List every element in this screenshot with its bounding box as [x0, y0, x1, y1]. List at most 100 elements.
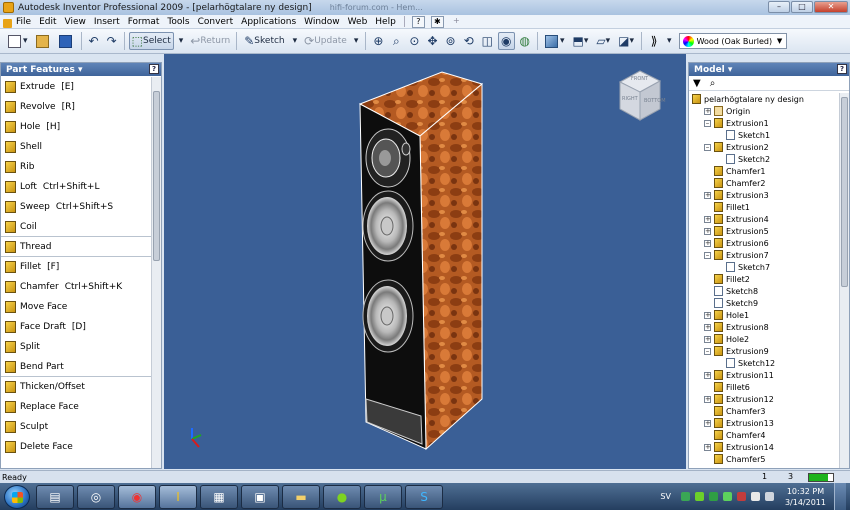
feature-tool-extrude[interactable]: Extrude [E]: [1, 77, 151, 97]
taskbar-folder[interactable]: ▬: [282, 484, 320, 509]
menu-insert[interactable]: Insert: [90, 17, 124, 27]
expand-icon[interactable]: +: [704, 191, 711, 199]
tree-node-sketch9[interactable]: Sketch9: [689, 297, 839, 309]
clock[interactable]: 10:32 PM 3/14/2011: [785, 486, 826, 508]
feature-tool-chamfer[interactable]: Chamfer Ctrl+Shift+K: [1, 277, 151, 297]
expand-icon[interactable]: +: [704, 215, 711, 223]
tree-node-extrusion11[interactable]: + Extrusion11: [689, 369, 839, 381]
tree-node-extrusion12[interactable]: + Extrusion12: [689, 393, 839, 405]
menu-applications[interactable]: Applications: [237, 17, 300, 27]
feature-tool-loft[interactable]: Loft Ctrl+Shift+L: [1, 177, 151, 197]
update-dropdown[interactable]: ▾: [351, 32, 362, 50]
graphics-viewport[interactable]: FRONT RIGHT BOTTOM: [164, 54, 686, 469]
tree-node-hole1[interactable]: + Hole1: [689, 309, 839, 321]
expand-icon[interactable]: +: [704, 335, 711, 343]
open-button[interactable]: [33, 32, 54, 50]
taskbar-explorer-windows[interactable]: ▤: [36, 484, 74, 509]
taskbar-utorrent[interactable]: µ: [364, 484, 402, 509]
taskbar-calculator[interactable]: ▦: [200, 484, 238, 509]
help-icon[interactable]: ?: [837, 64, 847, 74]
select-button[interactable]: ⬚ Select: [128, 32, 174, 50]
taskbar-skype[interactable]: S: [405, 484, 443, 509]
shadows-button[interactable]: ◪ ▾: [615, 32, 637, 50]
tree-node-chamfer5[interactable]: Chamfer5: [689, 453, 839, 465]
tree-node-extrusion5[interactable]: + Extrusion5: [689, 225, 839, 237]
tree-node-extrusion2[interactable]: – Extrusion2: [689, 141, 839, 153]
volume-icon[interactable]: [764, 492, 774, 501]
menu-convert[interactable]: Convert: [194, 17, 238, 27]
expand-icon[interactable]: +: [704, 311, 711, 319]
tree-node-extrusion4[interactable]: + Extrusion4: [689, 213, 839, 225]
language-indicator[interactable]: SV: [660, 492, 671, 501]
collapse-icon[interactable]: –: [704, 119, 711, 127]
feature-tool-replace-face[interactable]: Replace Face: [1, 397, 151, 417]
tree-node-sketch7[interactable]: Sketch7: [689, 261, 839, 273]
help-icon[interactable]: ?: [149, 64, 159, 74]
pan-button[interactable]: ✥: [424, 32, 440, 50]
tree-node-origin[interactable]: + Origin: [689, 105, 839, 117]
feature-tool-coil[interactable]: Coil: [1, 217, 151, 237]
feature-tool-delete-face[interactable]: Delete Face: [1, 437, 151, 457]
collapse-icon[interactable]: –: [704, 251, 711, 259]
select-dropdown[interactable]: ▾: [176, 32, 187, 50]
shaded-display-button[interactable]: ◉: [498, 32, 515, 50]
expand-icon[interactable]: +: [704, 395, 711, 403]
tree-node-hole2[interactable]: + Hole2: [689, 333, 839, 345]
zoom-window-button[interactable]: ⊙: [406, 32, 422, 50]
menu-help[interactable]: Help: [371, 17, 400, 27]
update-button[interactable]: ⟳ Update: [302, 32, 349, 50]
feature-tool-bend-part[interactable]: Bend Part: [1, 357, 151, 377]
save-button[interactable]: [56, 32, 77, 50]
menu-web[interactable]: Web: [344, 17, 372, 27]
feature-tool-sculpt[interactable]: Sculpt: [1, 417, 151, 437]
tree-node-extrusion9[interactable]: – Extrusion9: [689, 345, 839, 357]
network-tray-icon[interactable]: [750, 492, 760, 501]
tree-node-chamfer3[interactable]: Chamfer3: [689, 405, 839, 417]
expand-icon[interactable]: +: [704, 239, 711, 247]
viewcube-bottom-label[interactable]: BOTTOM: [644, 98, 666, 104]
collapse-icon[interactable]: –: [704, 143, 711, 151]
realistic-display-button[interactable]: ◍: [517, 32, 533, 50]
tray-app-icon[interactable]: [680, 492, 690, 501]
tree-node-chamfer1[interactable]: Chamfer1: [689, 165, 839, 177]
find-icon[interactable]: ⌕: [710, 78, 716, 89]
expand-icon[interactable]: +: [704, 227, 711, 235]
tray-app-icon[interactable]: [708, 492, 718, 501]
feature-tool-fillet[interactable]: Fillet [F]: [1, 257, 151, 277]
feature-tool-sweep[interactable]: Sweep Ctrl+Shift+S: [1, 197, 151, 217]
start-button[interactable]: [4, 484, 30, 509]
model-browser-header[interactable]: Model ▾ ?: [689, 63, 849, 76]
taskbar-media[interactable]: ◎: [77, 484, 115, 509]
expand-icon[interactable]: +: [704, 419, 711, 427]
taskbar-spotify[interactable]: ●: [323, 484, 361, 509]
redo-button[interactable]: ↷: [104, 32, 120, 50]
taskbar-network[interactable]: ▣: [241, 484, 279, 509]
model-tree-scrollbar[interactable]: [839, 93, 849, 468]
scrollbar-thumb[interactable]: [841, 97, 848, 287]
tree-node-sketch1[interactable]: Sketch1: [689, 129, 839, 141]
feature-list-scrollbar[interactable]: [151, 77, 161, 468]
rebuild-button[interactable]: ⟫: [646, 32, 662, 50]
orbit-button[interactable]: ⟲: [461, 32, 477, 50]
tray-app-icon[interactable]: [694, 492, 704, 501]
undo-button[interactable]: ↶: [86, 32, 102, 50]
color-dropdown[interactable]: ▾: [664, 32, 675, 50]
menu-edit[interactable]: Edit: [35, 17, 60, 27]
tree-node-pelarh-gtalare-ny-design[interactable]: pelarhögtalare ny design: [689, 93, 839, 105]
feature-tool-hole[interactable]: Hole [H]: [1, 117, 151, 137]
feature-tool-shell[interactable]: Shell: [1, 137, 151, 157]
tree-node-extrusion1[interactable]: – Extrusion1: [689, 117, 839, 129]
viewcube-right-label[interactable]: RIGHT: [622, 96, 638, 102]
filter-icon[interactable]: ▼: [693, 78, 701, 89]
zoom-selected-button[interactable]: ⊚: [443, 32, 459, 50]
tree-node-sketch2[interactable]: Sketch2: [689, 153, 839, 165]
taskbar-chrome[interactable]: ◉: [118, 484, 156, 509]
sketch-button[interactable]: ✎ Sketch: [241, 32, 287, 50]
tree-node-chamfer4[interactable]: Chamfer4: [689, 429, 839, 441]
tray-app-icon[interactable]: [722, 492, 732, 501]
scrollbar-thumb[interactable]: [153, 91, 160, 261]
feature-tool-revolve[interactable]: Revolve [R]: [1, 97, 151, 117]
tree-node-sketch8[interactable]: Sketch8: [689, 285, 839, 297]
expand-icon[interactable]: +: [704, 107, 711, 115]
expand-icon[interactable]: +: [704, 371, 711, 379]
